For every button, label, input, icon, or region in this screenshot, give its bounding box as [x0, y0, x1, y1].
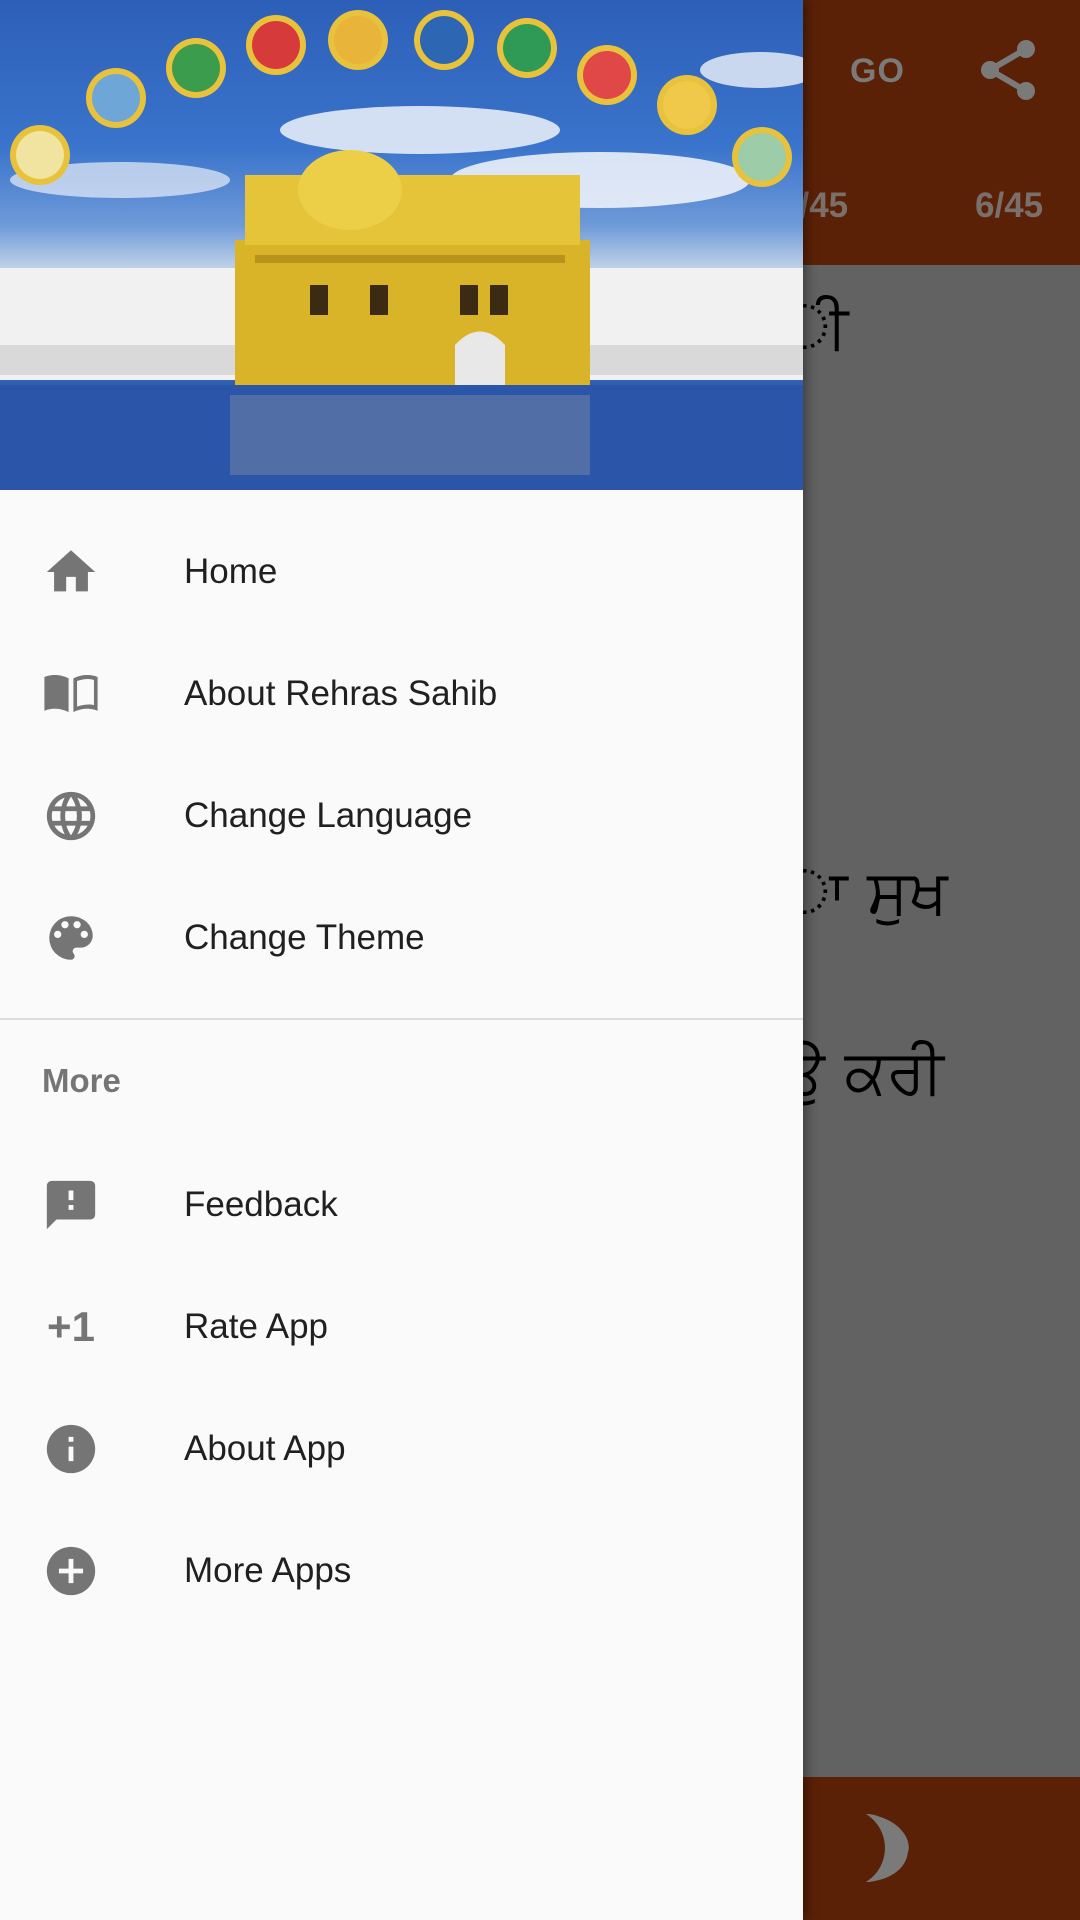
add-circle-icon [42, 1542, 100, 1600]
drawer-item-label: About App [184, 1429, 346, 1468]
drawer-item-label: Rate App [184, 1307, 328, 1346]
drawer-item-label: Change Language [184, 796, 473, 835]
drawer-item-rate-app[interactable]: +1 Rate App [0, 1266, 803, 1388]
go-button[interactable]: GO [850, 52, 905, 91]
drawer-item-change-language[interactable]: Change Language [0, 755, 803, 877]
drawer-item-more-apps[interactable]: More Apps [0, 1510, 803, 1632]
feedback-icon [42, 1176, 100, 1234]
gurbani-line: ਾ ਸੁਖ [780, 855, 948, 928]
drawer-item-change-theme[interactable]: Change Theme [0, 877, 803, 999]
plus-one-icon: +1 [47, 1303, 95, 1350]
drawer-divider [0, 1018, 803, 1020]
drawer-item-about-rehras-sahib[interactable]: About Rehras Sahib [0, 633, 803, 755]
home-icon [42, 543, 100, 601]
navigation-drawer: Home About Rehras Sahib Change Language … [0, 0, 803, 1920]
golden-temple-image [0, 10, 803, 490]
moon-icon[interactable] [862, 1812, 912, 1884]
book-icon [42, 665, 100, 723]
drawer-item-label: Feedback [184, 1185, 338, 1224]
palette-icon [42, 909, 100, 967]
drawer-item-label: About Rehras Sahib [184, 674, 498, 713]
globe-icon [42, 787, 100, 845]
drawer-header-image [0, 0, 803, 490]
share-icon[interactable] [972, 34, 1044, 106]
drawer-item-label: Change Theme [184, 918, 425, 957]
page-indicator-current[interactable]: 6/45 [975, 186, 1043, 226]
drawer-item-label: More Apps [184, 1551, 352, 1590]
gurbani-line: ਉ ਕਰੀ [780, 1035, 944, 1108]
drawer-item-label: Home [184, 552, 278, 591]
section-title-more: More [42, 1062, 121, 1099]
drawer-item-about-app[interactable]: About App [0, 1388, 803, 1510]
info-icon [42, 1420, 100, 1478]
drawer-item-feedback[interactable]: Feedback [0, 1144, 803, 1266]
drawer-item-home[interactable]: Home [0, 511, 803, 633]
